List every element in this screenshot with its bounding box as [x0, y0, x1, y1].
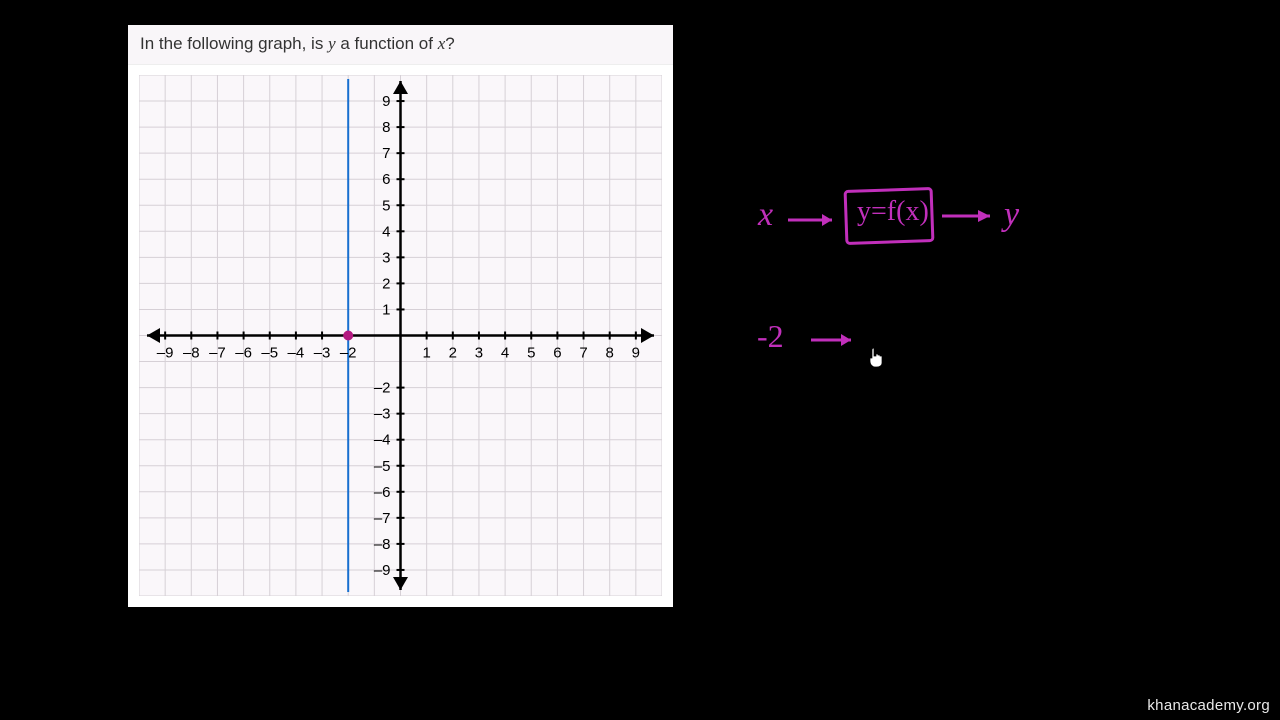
problem-panel: In the following graph, is y a function …	[128, 25, 673, 607]
hw-y: y	[1004, 196, 1019, 234]
svg-text:–8: –8	[374, 536, 391, 553]
highlighted-point	[343, 331, 353, 341]
x-arrow-right	[641, 328, 654, 343]
svg-text:7: 7	[579, 345, 587, 362]
axes	[147, 81, 654, 590]
svg-text:–4: –4	[374, 432, 391, 449]
svg-text:–6: –6	[374, 484, 391, 501]
hw-box-label: y=f(x)	[857, 196, 929, 228]
hw-x: x	[758, 196, 773, 234]
svg-text:–7: –7	[374, 510, 391, 527]
svg-text:1: 1	[382, 301, 390, 318]
svg-text:–5: –5	[374, 458, 391, 475]
svg-text:2: 2	[449, 345, 457, 362]
svg-text:9: 9	[382, 93, 390, 110]
svg-text:–3: –3	[374, 406, 391, 423]
svg-text:4: 4	[501, 345, 509, 362]
video-frame: In the following graph, is y a function …	[0, 0, 1280, 720]
svg-text:–7: –7	[209, 345, 226, 362]
svg-text:–2: –2	[374, 380, 391, 397]
graph-svg: –9–8–7–6–5–4–3–2123456789 987654321–2–3–…	[139, 75, 662, 596]
question-var-y: y	[328, 34, 336, 53]
question-middle: a function of	[336, 34, 438, 53]
y-arrow-down	[393, 577, 408, 590]
svg-text:3: 3	[475, 345, 483, 362]
svg-text:–9: –9	[374, 562, 391, 579]
svg-text:–4: –4	[288, 345, 305, 362]
y-arrow-up	[393, 81, 408, 94]
graph: –9–8–7–6–5–4–3–2123456789 987654321–2–3–…	[139, 75, 662, 596]
svg-text:3: 3	[382, 249, 390, 266]
svg-text:1: 1	[422, 345, 430, 362]
svg-text:7: 7	[382, 145, 390, 162]
question-text: In the following graph, is y a function …	[128, 25, 673, 65]
svg-text:8: 8	[382, 119, 390, 136]
x-arrow-left	[147, 328, 160, 343]
svg-text:5: 5	[527, 345, 535, 362]
svg-text:–9: –9	[157, 345, 174, 362]
watermark: khanacademy.org	[1147, 697, 1270, 714]
question-prefix: In the following graph, is	[140, 34, 328, 53]
svg-text:–6: –6	[235, 345, 252, 362]
svg-text:2: 2	[382, 275, 390, 292]
svg-text:9: 9	[632, 345, 640, 362]
svg-text:–3: –3	[314, 345, 331, 362]
question-suffix: ?	[445, 34, 454, 53]
arrow-neg2	[805, 320, 875, 360]
svg-text:–8: –8	[183, 345, 200, 362]
svg-text:4: 4	[382, 223, 390, 240]
svg-text:6: 6	[553, 345, 561, 362]
svg-text:5: 5	[382, 197, 390, 214]
svg-text:8: 8	[606, 345, 614, 362]
svg-text:–5: –5	[261, 345, 278, 362]
hw-neg2: -2	[757, 318, 784, 355]
svg-text:6: 6	[382, 171, 390, 188]
cursor-icon	[868, 346, 886, 368]
svg-text:–2: –2	[340, 345, 357, 362]
